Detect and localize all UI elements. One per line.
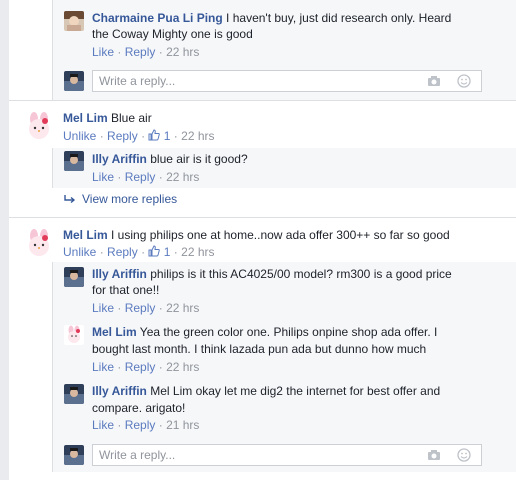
timestamp[interactable]: 21 hrs [166,418,199,432]
comment-thread: Charmaine Pua Li Ping I haven't buy, jus… [0,0,516,480]
comment-actions: Like · Reply · 22 hrs [92,360,200,374]
avatar [64,445,84,465]
author-name[interactable]: Charmaine Pua Li Ping [92,11,223,25]
avatar[interactable] [23,228,55,260]
comment-text: Mel Lim I using philips one at home..now… [63,227,450,243]
view-more-label[interactable]: View more replies [82,192,177,206]
like-link[interactable]: Like [92,360,114,374]
reply-link[interactable]: Reply [125,170,156,184]
reply-input[interactable] [99,73,399,89]
avatar[interactable] [23,111,55,143]
timestamp[interactable]: 22 hrs [181,245,214,259]
timestamp[interactable]: 22 hrs [166,360,199,374]
comment-body: philips is it this AC4025/00 model? rm30… [150,267,452,281]
avatar[interactable] [64,267,84,287]
divider [9,217,516,218]
unlike-link[interactable]: Unlike [63,245,96,259]
comment-body: Yea the green color one. Philips onpine … [139,325,438,339]
view-more-replies[interactable]: View more replies [64,191,177,207]
like-link[interactable]: Like [92,45,114,59]
unlike-link[interactable]: Unlike [63,129,96,143]
avatar[interactable] [64,325,84,345]
comment-actions: Like · Reply · 21 hrs [92,418,200,432]
comment-actions: Like · Reply · 22 hrs [92,170,200,184]
author-name[interactable]: Illy Ariffin [92,384,147,398]
comment-body: Blue air [111,111,152,125]
reply-input[interactable] [99,447,399,463]
author-name[interactable]: Illy Ariffin [92,152,147,166]
comment-body: I using philips one at home..now ada off… [111,228,450,242]
avatar[interactable] [64,384,84,404]
emoji-icon[interactable] [457,448,471,462]
author-name[interactable]: Mel Lim [63,111,108,125]
comment-text: Mel Lim Yea the green color one. Philips… [92,324,437,340]
avatar[interactable] [64,11,84,31]
comment-text-cont: the Coway Mighty one is good [92,27,253,41]
like-count[interactable]: 1 [164,245,171,259]
comment-text: Charmaine Pua Li Ping I haven't buy, jus… [92,10,451,26]
timestamp[interactable]: 22 hrs [166,170,199,184]
timestamp[interactable]: 22 hrs [181,129,214,143]
reply-link[interactable]: Reply [125,418,156,432]
camera-icon[interactable] [427,74,441,88]
like-link[interactable]: Like [92,301,114,315]
comment-actions: Like · Reply · 22 hrs [92,45,200,59]
divider [9,100,516,101]
emoji-icon[interactable] [457,74,471,88]
comment-text-cont: compare. arigato! [92,401,186,415]
like-count[interactable]: 1 [164,129,171,143]
reply-arrow-icon [64,195,76,204]
comment-actions: Like · Reply · 22 hrs [92,301,200,315]
timestamp[interactable]: 22 hrs [166,301,199,315]
thumbs-up-icon[interactable] [148,129,161,141]
reply-input-box [92,70,482,92]
comment-text: Illy Ariffin Mel Lim okay let me dig2 th… [92,383,440,399]
author-name[interactable]: Illy Ariffin [92,267,147,281]
author-name[interactable]: Mel Lim [63,228,108,242]
avatar[interactable] [64,151,84,171]
reply-link[interactable]: Reply [125,360,156,374]
timestamp[interactable]: 22 hrs [166,45,199,59]
comment-body: Mel Lim okay let me dig2 the internet fo… [150,384,441,398]
reply-link[interactable]: Reply [125,301,156,315]
comment-body: blue air is it good? [150,152,248,166]
reply-link[interactable]: Reply [107,129,138,143]
comment-actions: Unlike · Reply · 1 · 22 hrs [63,245,215,259]
comment-text-cont: bought last month. I think lazada pun ad… [92,342,427,356]
comment-text: Illy Ariffin blue air is it good? [92,151,248,167]
like-link[interactable]: Like [92,170,114,184]
camera-icon[interactable] [427,448,441,462]
comment-text: Mel Lim Blue air [63,110,152,126]
comment-actions: Unlike · Reply · 1 · 22 hrs [63,129,215,143]
thumbs-up-icon[interactable] [148,245,161,257]
reply-input-box [92,444,482,466]
reply-link[interactable]: Reply [125,45,156,59]
like-link[interactable]: Like [92,418,114,432]
avatar [64,71,84,91]
author-name[interactable]: Mel Lim [92,325,137,339]
comment-text: Illy Ariffin philips is it this AC4025/0… [92,266,452,282]
comment-body: I haven't buy, just did research only. H… [226,11,452,25]
reply-link[interactable]: Reply [107,245,138,259]
comment-text-cont: for that one!! [92,283,160,297]
